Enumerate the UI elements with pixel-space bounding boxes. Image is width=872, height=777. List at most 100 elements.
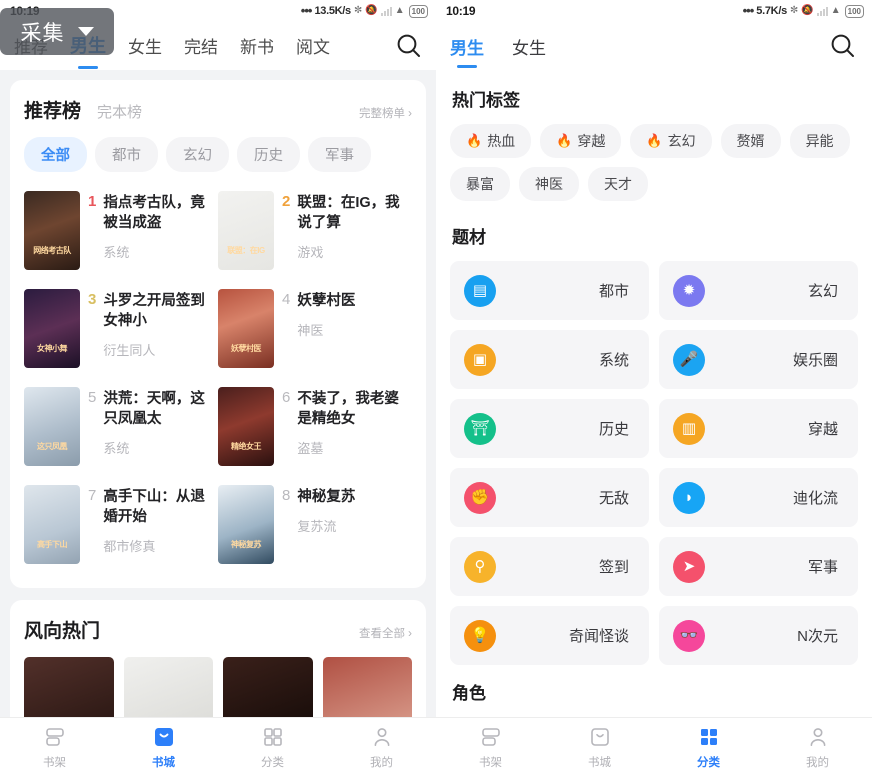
rank-card-subtab[interactable]: 完本榜 [97, 101, 142, 122]
tag-label: 赘婿 [736, 133, 765, 149]
book-cover[interactable]: 神秘复苏 [218, 485, 274, 564]
chevron-down-icon[interactable] [77, 27, 94, 36]
book-rank: 4 [282, 291, 291, 308]
profile-icon [806, 725, 830, 749]
chip-xuanhuan[interactable]: 玄幻 [166, 137, 229, 172]
tab-nansheng[interactable]: 男生 [450, 34, 484, 59]
chip-junshi[interactable]: 军事 [308, 137, 371, 172]
theme-item-chuanyue[interactable]: ▥ 穿越 [659, 399, 858, 458]
book-category: 游戏 [297, 245, 324, 260]
tab-nvsheng[interactable]: 女生 [128, 33, 162, 60]
theme-item-junshi[interactable]: ➤ 军事 [659, 537, 858, 596]
book-title: 高手下山：从退婚开始 [103, 489, 205, 525]
book-item[interactable]: 联盟：在IG 2 联盟：在IG，我说了算 游戏 [218, 186, 412, 284]
nav-item-fenlei[interactable]: 分类 [654, 725, 763, 770]
mute-bell-icon: 🔕 [801, 5, 814, 16]
rank-card-more-link[interactable]: 完整榜单 › [359, 105, 412, 121]
book-cover[interactable]: 精绝女王 [218, 387, 274, 466]
theme-item-wudi[interactable]: ✊ 无敌 [450, 468, 649, 527]
book-title: 神秘复苏 [297, 489, 356, 505]
left-scroll-area[interactable]: 推荐榜 完本榜 完整榜单 › 全部 都市 玄幻 历史 军事 网络考古队 1 指点… [0, 70, 436, 760]
book-rank: 3 [88, 291, 97, 308]
chip-quanbu[interactable]: 全部 [24, 137, 87, 172]
tag-rexue[interactable]: 🔥 热血 [450, 124, 532, 158]
book-item[interactable]: 网络考古队 1 指点考古队，竟被当成盗 系统 [24, 186, 218, 284]
theme-item-xuanhuan[interactable]: ✹ 玄幻 [659, 261, 858, 320]
wifi-icon: ▲ [394, 5, 405, 16]
book-item[interactable]: 神秘复苏 8 神秘复苏 复苏流 [218, 480, 412, 578]
book-rank-list: 网络考古队 1 指点考古队，竟被当成盗 系统 联盟：在IG 2 联盟：在IG，我… [24, 186, 412, 578]
theme-label: 签到 [598, 559, 629, 576]
flame-icon: 🔥 [466, 133, 483, 148]
pin-icon: ⚲ [464, 550, 496, 583]
search-button[interactable] [394, 31, 424, 61]
nav-item-shujia[interactable]: 书架 [0, 725, 109, 770]
book-texts: 妖孽村医 神医 [297, 291, 355, 368]
theme-item-dihualiu[interactable]: ◗ 迪化流 [659, 468, 858, 527]
genre-chip-row[interactable]: 全部 都市 玄幻 历史 军事 [24, 137, 412, 172]
tab-wanjie[interactable]: 完结 [184, 33, 218, 60]
tag-zhuixu[interactable]: 赘婿 [720, 124, 781, 158]
hot-card-more-label: 查看全部 [359, 628, 405, 640]
book-cover[interactable]: 联盟：在IG [218, 191, 274, 270]
book-item[interactable]: 这只凤凰 5 洪荒：天啊，这只凤凰太 系统 [24, 382, 218, 480]
right-scroll-area[interactable]: 热门标签 🔥 热血 🔥 穿越 🔥 玄幻 赘婿 异能 暴富 神医 天才 题材 ▤ … [436, 70, 872, 750]
book-item[interactable]: 精绝女王 6 不装了，我老婆是精绝女 盗墓 [218, 382, 412, 480]
tag-tiancai[interactable]: 天才 [588, 167, 648, 201]
book-item[interactable]: 高手下山 7 高手下山：从退婚开始 都市修真 [24, 480, 218, 578]
book-item[interactable]: 妖孽村医 4 妖孽村医 神医 [218, 284, 412, 382]
chevron-right-icon: › [408, 106, 412, 120]
book-cover-text: 高手下山 [37, 540, 68, 549]
book-cover[interactable]: 高手下山 [24, 485, 80, 564]
book-meta: 3 斗罗之开局签到女神小 衍生同人 [88, 289, 214, 368]
nav-item-fenlei[interactable]: 分类 [218, 725, 327, 770]
tab-xinshu[interactable]: 新书 [240, 33, 274, 60]
search-button[interactable] [828, 31, 858, 61]
tag-shenyi[interactable]: 神医 [519, 167, 579, 201]
theme-label: 军事 [807, 559, 838, 576]
rank-card-header: 推荐榜 完本榜 完整榜单 › [24, 96, 412, 123]
tab-yuewen[interactable]: 阅文 [296, 33, 330, 60]
capture-overlay[interactable]: 采集 [0, 8, 114, 55]
book-row: 这只凤凰 5 洪荒：天啊，这只凤凰太 系统 精绝女王 6 不装了，我老婆是精绝女… [24, 382, 412, 480]
tag-xuanhuan[interactable]: 🔥 玄幻 [630, 124, 712, 158]
tag-yineng[interactable]: 异能 [789, 124, 850, 158]
theme-label: 迪化流 [792, 490, 838, 507]
status-bar: 10:19 ••• 5.7K/s ✼ 🔕 ▲ 100 [436, 0, 872, 22]
chip-dushi[interactable]: 都市 [95, 137, 158, 172]
mask-icon: 👓 [673, 619, 705, 652]
book-cover[interactable]: 这只凤凰 [24, 387, 80, 466]
book-cover[interactable]: 妖孽村医 [218, 289, 274, 368]
tag-baofu[interactable]: 暴富 [450, 167, 510, 201]
theme-item-ncanyuan[interactable]: 👓 N次元 [659, 606, 858, 665]
theme-item-dushi[interactable]: ▤ 都市 [450, 261, 649, 320]
nav-item-shujia[interactable]: 书架 [436, 725, 545, 770]
book-meta: 1 指点考古队，竟被当成盗 系统 [88, 191, 214, 270]
book-cover-text: 女神小舞 [37, 344, 68, 353]
book-item[interactable]: 女神小舞 3 斗罗之开局签到女神小 衍生同人 [24, 284, 218, 382]
nav-item-wode[interactable]: 我的 [763, 725, 872, 770]
theme-label: 玄幻 [807, 283, 838, 300]
theme-item-yulequan[interactable]: 🎤 娱乐圈 [659, 330, 858, 389]
hot-card-more-link[interactable]: 查看全部 › [359, 625, 412, 641]
chip-lishi[interactable]: 历史 [237, 137, 300, 172]
theme-item-qiandao[interactable]: ⚲ 签到 [450, 537, 649, 596]
nav-item-shucheng[interactable]: 书城 [545, 725, 654, 770]
bookshelf-icon [43, 725, 67, 749]
window-icon: ▣ [464, 343, 496, 376]
book-cover[interactable]: 女神小舞 [24, 289, 80, 368]
book-meta: 4 妖孽村医 神医 [282, 289, 408, 368]
tab-nvsheng[interactable]: 女生 [512, 34, 546, 59]
theme-item-lishi[interactable]: ⛩ 历史 [450, 399, 649, 458]
nav-item-wode[interactable]: 我的 [327, 725, 436, 770]
theme-label: 都市 [598, 283, 629, 300]
tag-chuanyue[interactable]: 🔥 穿越 [540, 124, 622, 158]
profile-icon [370, 725, 394, 749]
left-screen: 10:19 ••• 13.5K/s ✼ 🔕 ▲ 100 推荐 男生 女生 完结 … [0, 0, 436, 777]
theme-item-qiwenguaitan[interactable]: 💡 奇闻怪谈 [450, 606, 649, 665]
nav-item-shucheng[interactable]: 书城 [109, 725, 218, 770]
theme-item-xitong[interactable]: ▣ 系统 [450, 330, 649, 389]
nav-label: 分类 [697, 757, 720, 769]
book-cover[interactable]: 网络考古队 [24, 191, 80, 270]
lightbulb-icon: 💡 [464, 619, 496, 652]
